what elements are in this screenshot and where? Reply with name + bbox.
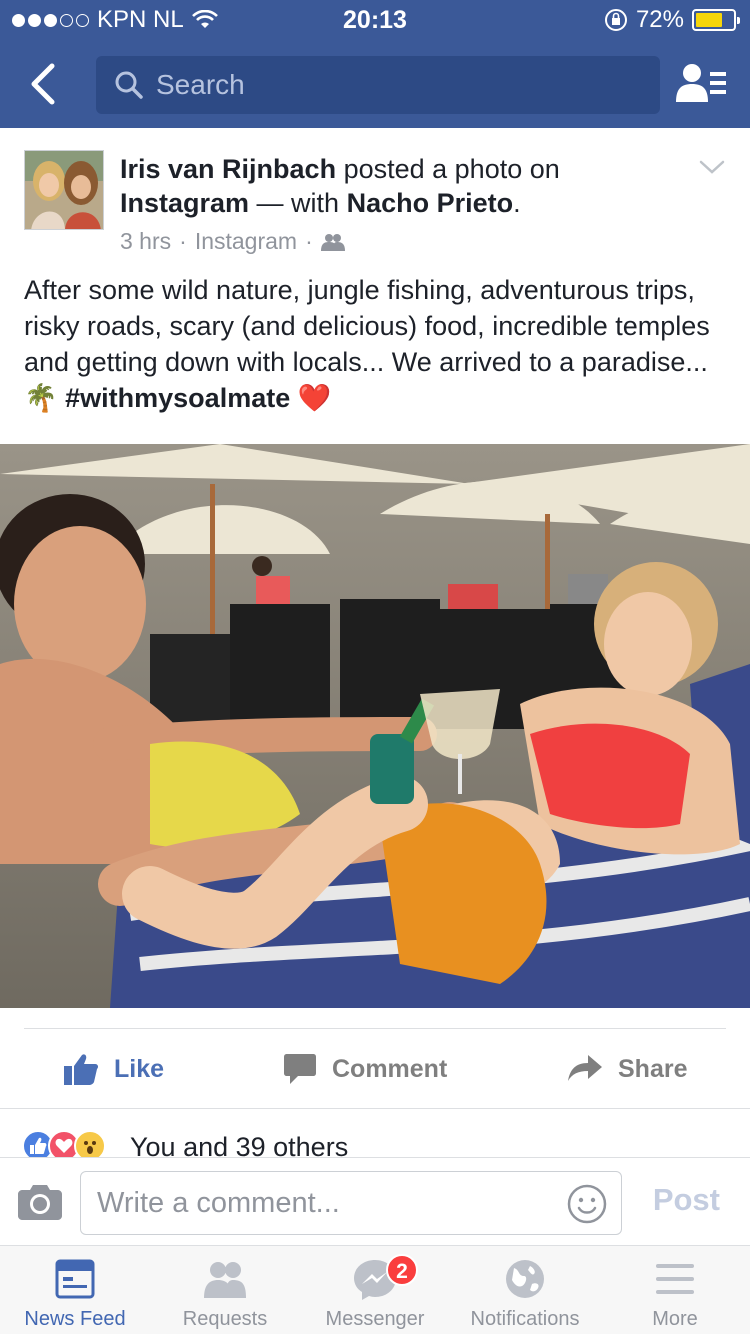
tab-label: News Feed [24,1308,126,1330]
author-name-link[interactable]: Iris van Rijnbach [120,154,336,184]
post-body-text: After some wild nature, jungle fishing, … [24,275,710,377]
post-timestamp[interactable]: 3 hrs [120,228,171,255]
bottom-tab-bar: News Feed Requests 2 Messenger Notificat… [0,1245,750,1334]
app-name-link[interactable]: Instagram [120,188,249,218]
tab-label: More [652,1308,698,1330]
sticker-smiley-icon[interactable] [567,1184,607,1224]
wow-reaction-icon [74,1130,106,1158]
post-comment-button[interactable]: Post [653,1182,720,1218]
share-arrow-icon [568,1055,602,1081]
post-text: After some wild nature, jungle fishing, … [24,272,724,416]
status-bar: KPN NL 20:13 72% [0,0,750,40]
tab-news-feed[interactable]: News Feed [0,1246,150,1334]
avatar[interactable] [24,150,104,230]
globe-icon [506,1260,544,1298]
top-navigation-bar: Search [0,40,750,128]
with-text: — with [249,188,347,218]
tab-messenger[interactable]: 2 Messenger [300,1246,450,1334]
search-icon [115,71,143,99]
friend-requests-icon [204,1262,246,1298]
camera-icon[interactable] [18,1182,62,1220]
tab-label: Requests [182,1308,268,1330]
share-button[interactable]: Share [568,1040,687,1098]
beach-photo-image [0,444,750,1008]
headline-period: . [513,188,521,218]
friends-audience-icon[interactable] [320,233,345,251]
reactions-count-text: You and 39 others [130,1132,349,1158]
palm-tree-emoji: 🌴 [24,383,58,413]
news-feed-icon [55,1259,95,1299]
hamburger-menu-icon [656,1264,694,1294]
like-button[interactable]: Like [64,1040,164,1098]
share-label: Share [618,1054,688,1083]
reaction-icons [22,1130,106,1158]
friend-list-icon[interactable] [676,62,728,106]
post-source[interactable]: Instagram [195,228,297,255]
post-actions: Like Comment Share [0,1040,750,1098]
comment-label: Comment [332,1054,448,1083]
post-header: Iris van Rijnbach posted a photo on Inst… [0,128,750,268]
reactions-summary[interactable]: You and 39 others [0,1110,750,1158]
comment-placeholder: Write a comment... [97,1186,340,1219]
tab-requests[interactable]: Requests [150,1246,300,1334]
battery-level [696,13,722,27]
comment-bubble-icon [284,1054,316,1084]
post-headline: Iris van Rijnbach posted a photo on Inst… [120,152,680,220]
thumbs-up-icon [64,1054,98,1085]
back-arrow-icon[interactable] [24,62,64,106]
tab-notifications[interactable]: Notifications [450,1246,600,1334]
comment-input[interactable]: Write a comment... [80,1171,622,1235]
divider [0,1108,750,1109]
tab-more[interactable]: More [600,1246,750,1334]
tab-label: Notifications [470,1308,580,1330]
post-meta: 3 hrs · Instagram · [120,228,345,255]
meta-separator: · [305,228,313,254]
meta-separator: · [179,228,187,254]
post-photo[interactable] [0,444,750,1008]
like-label: Like [114,1054,165,1083]
comment-button[interactable]: Comment [284,1040,447,1098]
orientation-lock-icon [604,9,627,31]
search-input[interactable]: Search [96,56,660,114]
hashtag-link[interactable]: #withmysoalmate [65,383,290,413]
battery-percent: 72% [635,6,684,33]
comment-composer: Write a comment... Post [0,1157,750,1245]
heart-emoji: ❤️ [297,383,332,413]
divider [24,1028,726,1029]
chevron-down-icon[interactable] [698,158,726,178]
battery-icon [692,9,740,31]
post-action-text: posted a photo on [336,154,560,184]
search-placeholder: Search [156,69,245,100]
tagged-friend-link[interactable]: Nacho Prieto [347,188,514,218]
messenger-badge: 2 [386,1254,418,1286]
battery-info: 72% [604,6,740,34]
tab-label: Messenger [325,1308,425,1330]
